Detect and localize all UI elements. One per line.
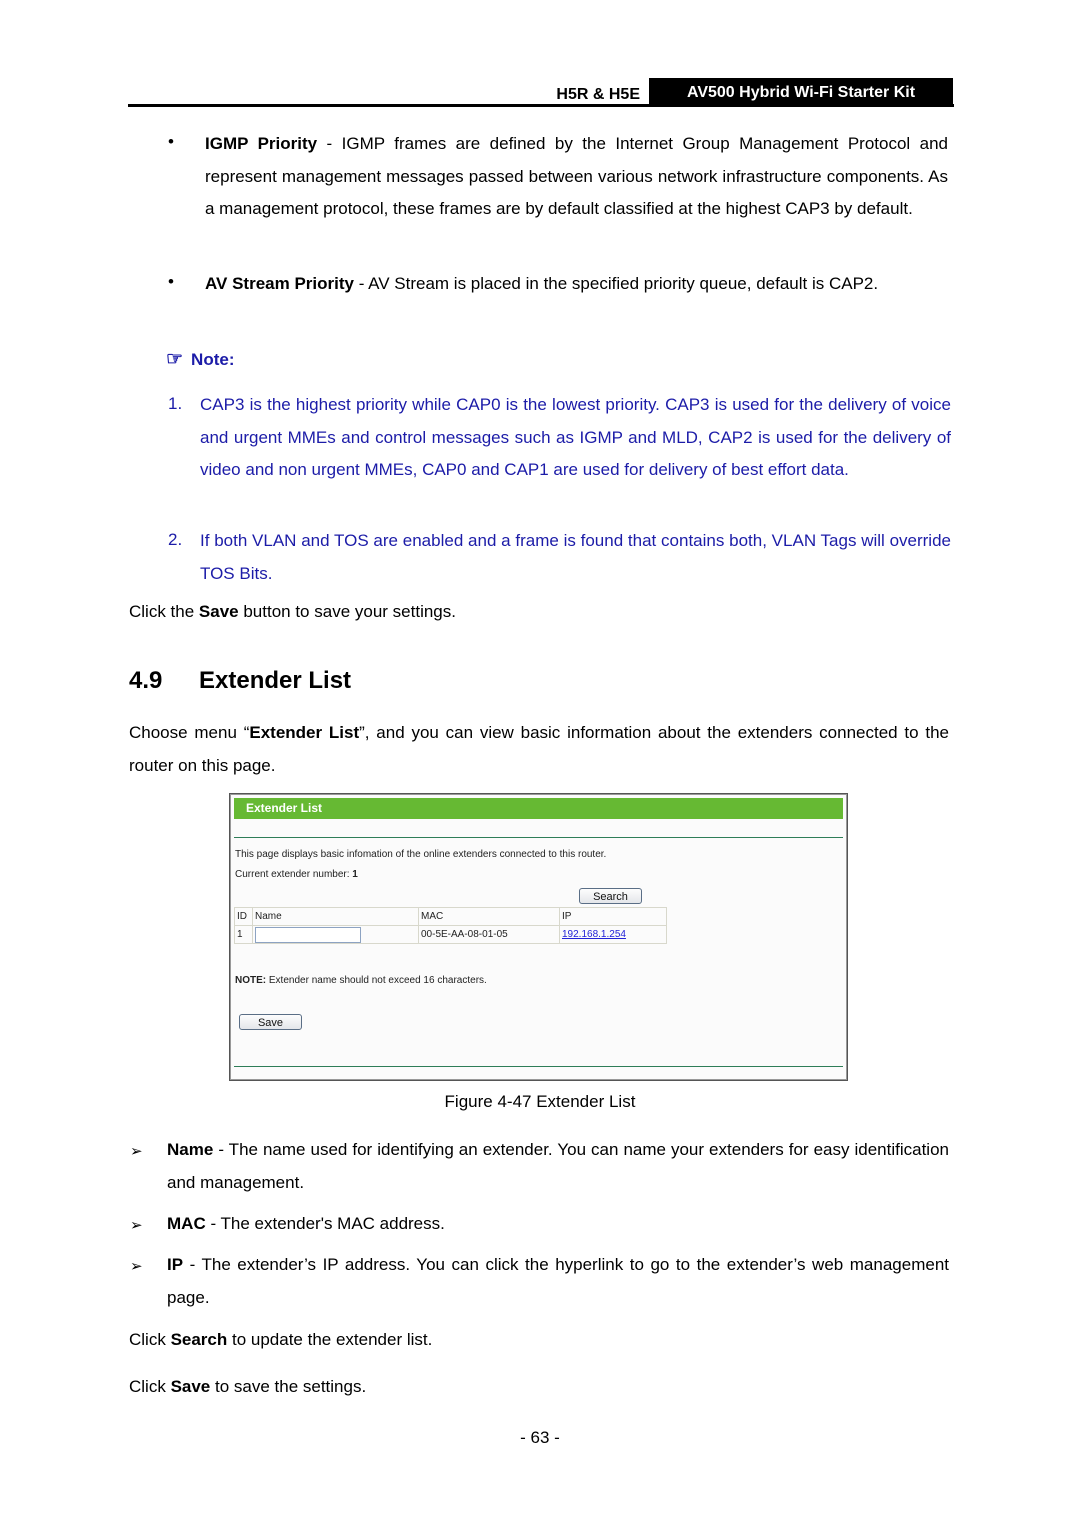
header-id: ID <box>234 907 253 926</box>
field-desc-mac: MAC - The extender's MAC address. <box>167 1208 949 1241</box>
text: Click <box>129 1330 171 1349</box>
header-ip: IP <box>559 907 667 926</box>
section-number: 4.9 <box>129 667 163 694</box>
bold-text: Save <box>170 1377 211 1396</box>
arrow-bullet-icon: ➢ <box>130 1258 143 1275</box>
extender-name-input[interactable] <box>255 926 361 943</box>
extender-table: ID Name MAC IP 1 00-5E-AA-08-01-05 192.1… <box>234 907 667 944</box>
closing-save: Click Save to save the settings. <box>129 1371 949 1404</box>
header-mac: MAC <box>418 907 560 926</box>
field-text: - The name used for identifying an exten… <box>167 1140 949 1192</box>
note-item-2: If both VLAN and TOS are enabled and a f… <box>200 531 951 583</box>
text: Click the <box>129 602 199 621</box>
header-name: Name <box>252 907 419 926</box>
field-text: - The extender's MAC address. <box>205 1214 445 1233</box>
figure-description: This page displays basic infomation of t… <box>235 849 607 860</box>
figure-title-bar: Extender List <box>234 798 843 819</box>
table-row: 1 00-5E-AA-08-01-05 192.168.1.254 <box>234 925 667 944</box>
search-button[interactable]: Search <box>579 888 642 904</box>
closing-search: Click Search to update the extender list… <box>129 1324 949 1357</box>
figure-divider-top <box>234 837 843 838</box>
table-header-row: ID Name MAC IP <box>234 907 667 926</box>
arrow-bullet-icon: ➢ <box>130 1143 143 1160</box>
bullet-icon: • <box>168 132 174 151</box>
bold-text: Extender List <box>249 723 360 742</box>
field-term: Name <box>167 1140 214 1159</box>
figure-caption: Figure 4-47 Extender List <box>444 1092 636 1111</box>
count-label: Current extender number: <box>235 869 353 880</box>
bullet-av-stream-priority: AV Stream Priority - AV Stream is placed… <box>205 268 948 301</box>
note-number: 1. <box>168 394 183 413</box>
arrow-bullet-icon: ➢ <box>130 1217 143 1234</box>
field-term: MAC <box>167 1214 206 1233</box>
section-heading: 4.9 Extender List <box>129 667 351 695</box>
bullet-term: IGMP Priority <box>205 134 318 153</box>
header-divider <box>128 104 954 107</box>
bold-text: Save <box>198 602 239 621</box>
text: to save the settings. <box>210 1377 367 1396</box>
save-button[interactable]: Save <box>239 1014 302 1030</box>
section-intro: Choose menu “Extender List”, and you can… <box>129 717 949 782</box>
count-value: 1 <box>352 869 358 880</box>
pointing-hand-icon: ☞ <box>166 349 184 370</box>
text: Choose menu “ <box>129 723 250 742</box>
cell-id: 1 <box>234 925 253 944</box>
field-desc-name: Name - The name used for identifying an … <box>167 1134 949 1199</box>
note-label: NOTE: <box>235 975 267 986</box>
figure-note: NOTE: Extender name should not exceed 16… <box>235 975 487 986</box>
cell-name <box>252 925 419 944</box>
header-product: AV500 Hybrid Wi-Fi Starter Kit <box>649 78 953 106</box>
cell-ip: 192.168.1.254 <box>559 925 667 944</box>
field-term: IP <box>167 1255 184 1274</box>
field-desc-ip: IP - The extender’s IP address. You can … <box>167 1249 949 1314</box>
save-instruction: Click the Save button to save your setti… <box>129 596 949 629</box>
note-number: 2. <box>168 530 183 549</box>
text: to update the extender list. <box>227 1330 433 1349</box>
bullet-text: - IGMP frames are defined by the Interne… <box>205 134 948 218</box>
figure-divider-bottom <box>234 1066 843 1067</box>
bullet-igmp-priority: IGMP Priority - IGMP frames are defined … <box>205 128 948 226</box>
page-number: - 63 - <box>520 1428 560 1447</box>
extender-ip-link[interactable]: 192.168.1.254 <box>562 929 626 940</box>
bullet-text: - AV Stream is placed in the specified p… <box>353 274 879 293</box>
note-item-1: CAP3 is the highest priority while CAP0 … <box>200 395 951 479</box>
extender-list-screenshot: Extender List This page displays basic i… <box>229 793 848 1081</box>
text: Click <box>129 1377 171 1396</box>
bullet-icon: • <box>168 272 174 291</box>
bold-text: Search <box>170 1330 228 1349</box>
field-text: - The extender’s IP address. You can cli… <box>167 1255 949 1307</box>
note-heading: ☞ Note: <box>166 348 235 371</box>
text: button to save your settings. <box>238 602 456 621</box>
header-model: H5R & H5E <box>556 86 640 103</box>
section-title: Extender List <box>199 667 352 694</box>
bullet-term: AV Stream Priority <box>205 274 354 293</box>
cell-mac: 00-5E-AA-08-01-05 <box>418 925 560 944</box>
note-text: Extender name should not exceed 16 chara… <box>266 975 487 986</box>
note-label: Note: <box>191 350 235 369</box>
extender-count: Current extender number: 1 <box>235 869 358 880</box>
